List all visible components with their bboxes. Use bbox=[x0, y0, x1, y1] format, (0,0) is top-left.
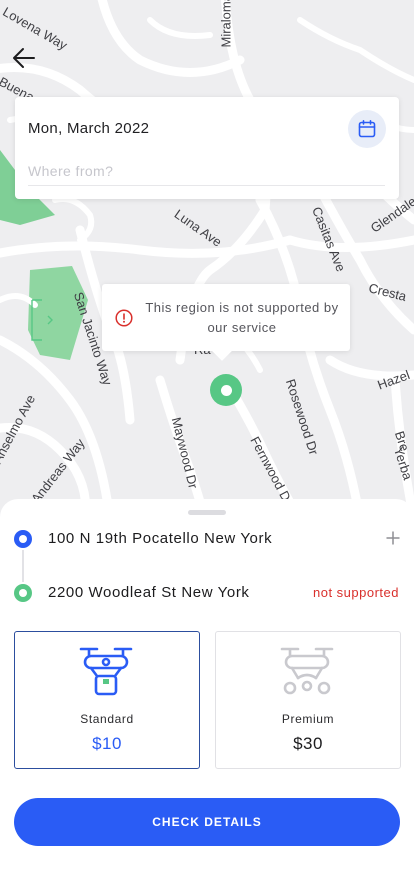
street-label: Miraloma bbox=[218, 0, 234, 48]
add-stop-button[interactable] bbox=[386, 528, 400, 551]
sheet-drag-handle[interactable] bbox=[188, 510, 226, 515]
tier-price: $10 bbox=[92, 734, 122, 753]
plus-icon bbox=[386, 531, 400, 545]
region-notice-text: This region is not supported by our serv… bbox=[145, 300, 339, 335]
back-button[interactable] bbox=[10, 44, 38, 72]
tier-standard[interactable]: Standard $10 bbox=[14, 631, 200, 769]
drone-icon bbox=[280, 647, 334, 695]
pickup-address[interactable]: 100 N 19th Pocatello New York bbox=[48, 530, 272, 547]
calendar-button[interactable] bbox=[348, 110, 386, 148]
map-view[interactable]: Lovena Way Buena Ave Miraloma Luna Ave C… bbox=[0, 0, 414, 520]
tier-premium[interactable]: Premium $30 bbox=[215, 631, 401, 769]
tier-price: $30 bbox=[293, 734, 323, 753]
dropoff-address[interactable]: 2200 Woodleaf St New York bbox=[48, 584, 250, 601]
location-pin[interactable] bbox=[210, 374, 242, 406]
pickup-marker-icon bbox=[14, 530, 32, 548]
drone-package-icon bbox=[79, 647, 133, 696]
region-notice-tooltip: This region is not supported by our serv… bbox=[102, 284, 350, 351]
tier-name: Premium bbox=[281, 712, 335, 726]
map-streets-layer bbox=[0, 0, 414, 520]
trip-search-card: Mon, March 2022 bbox=[15, 97, 399, 199]
selected-date[interactable]: Mon, March 2022 bbox=[28, 120, 149, 137]
dropoff-marker-icon bbox=[14, 584, 32, 602]
check-details-button[interactable]: CHECK DETAILS bbox=[14, 798, 400, 846]
info-icon bbox=[115, 309, 133, 327]
tier-name: Standard bbox=[80, 712, 134, 726]
calendar-icon bbox=[358, 120, 376, 138]
pin-center bbox=[220, 384, 232, 396]
arrow-left-icon bbox=[13, 48, 35, 68]
route-connector bbox=[22, 550, 24, 582]
dropoff-status: not supported bbox=[312, 585, 399, 600]
where-from-input[interactable] bbox=[28, 157, 385, 186]
